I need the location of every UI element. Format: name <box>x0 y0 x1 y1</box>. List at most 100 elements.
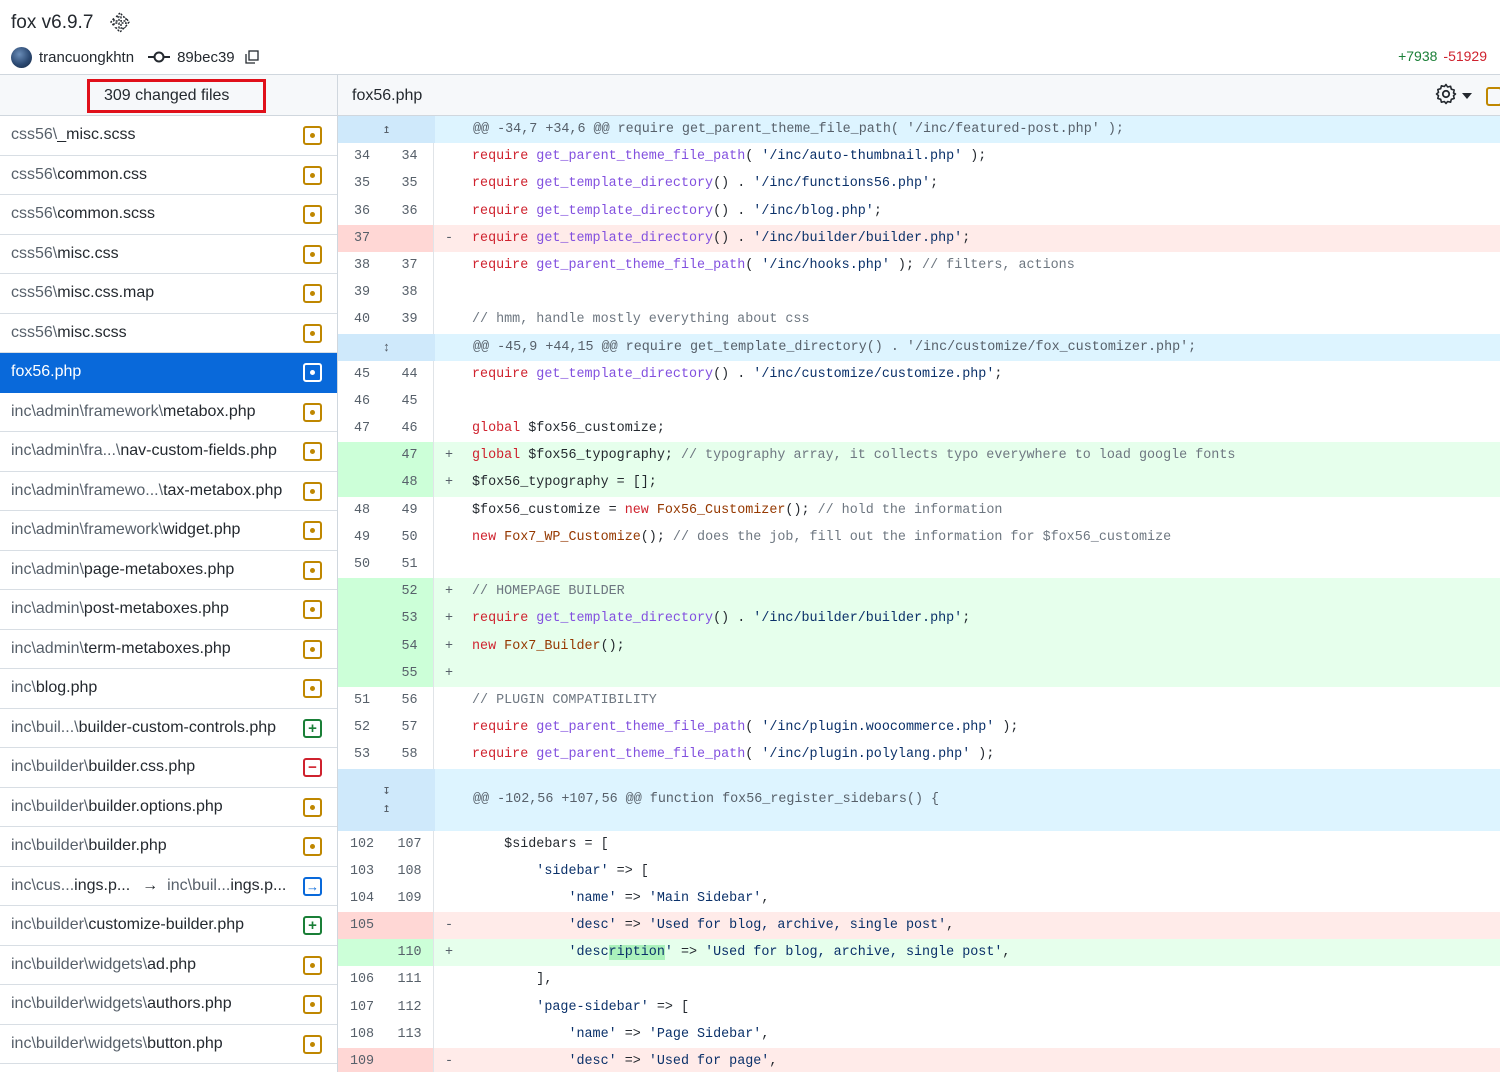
sidebar-file-item[interactable]: inc\admin\framework\ widget.php <box>0 511 337 551</box>
sidebar-file-item[interactable]: inc\builder\widgets\ button.php <box>0 1025 337 1064</box>
expand-up-icon[interactable]: ↥ <box>338 116 435 144</box>
file-dir: inc\admin\ <box>11 600 84 618</box>
file-dir: inc\admin\framewo...\ <box>11 481 164 499</box>
file-dir: css56\ <box>11 165 58 183</box>
file-name: authors.php <box>147 995 232 1013</box>
commit-sha[interactable]: 89bec39 <box>177 49 235 66</box>
commit-header: fox v6.9.7 trancuongkhtn 89bec39 +7938 -5… <box>0 0 1500 74</box>
file-modified-icon <box>303 244 322 264</box>
file-name: widget.php <box>163 521 241 539</box>
sidebar-file-item[interactable]: css56\ _misc.scss <box>0 116 337 156</box>
sidebar-file-item[interactable]: inc\admin\ page-metaboxes.php <box>0 551 337 590</box>
copy-icon[interactable] <box>244 50 259 64</box>
file-tree-sidebar: 309 changed files css56\ _misc.scss css56\… <box>0 74 338 1072</box>
diff-line: 53 58 require get_parent_theme_file_path( … <box>338 741 1500 769</box>
diff-line: 106 111 ], <box>338 966 1500 994</box>
added-line: 110 + 'description' => 'Used for blog, ar… <box>338 939 1500 967</box>
diff-line: 34 34 require get_parent_theme_file_path( … <box>338 143 1500 171</box>
file-dir: inc\admin\ <box>11 560 84 578</box>
file-modified-icon <box>303 600 322 619</box>
file-modified-icon <box>303 955 322 975</box>
sidebar-file-item[interactable]: inc\admin\framewo...\ tax-metabox.php <box>0 472 337 511</box>
file-name: customize-builder.php <box>88 916 245 934</box>
move-icon[interactable] <box>110 12 130 34</box>
file-name: builder.css.php <box>88 758 196 776</box>
diff-line: 47 46 global $fox56_customize; <box>338 415 1500 443</box>
deletions-count: -51929 <box>1443 48 1487 64</box>
file-dir: css56\ <box>11 244 58 262</box>
changed-files-count[interactable]: 309 changed files <box>87 79 266 113</box>
file-dir: inc\builder\widgets\ <box>11 1034 148 1052</box>
deleted-line: 105- 'desc' => 'Used for blog, archive, … <box>338 912 1500 940</box>
file-modified-icon <box>303 126 322 145</box>
added-line: 55 + <box>338 659 1500 687</box>
sidebar-file-item[interactable]: inc\buil...\ builder-custom-controls.php + <box>0 709 337 748</box>
file-tree-header: 309 changed files <box>0 74 337 116</box>
expand-icon[interactable]: ↧ ↥ <box>338 768 435 831</box>
file-dir: inc\admin\fra...\ <box>11 442 121 460</box>
file-modified-icon <box>303 995 322 1014</box>
file-dir: css56\ <box>11 205 58 223</box>
sidebar-file-item[interactable]: inc\builder\ builder.php <box>0 827 337 867</box>
sidebar-file-item[interactable]: css56\ misc.css <box>0 235 337 274</box>
sidebar-file-item[interactable]: css56\ common.scss <box>0 195 337 235</box>
sidebar-file-item[interactable]: inc\builder\ customize-builder.php + <box>0 906 337 946</box>
sidebar-file-item[interactable]: inc\admin\fra...\ nav-custom-fields.php <box>0 432 337 472</box>
sidebar-file-item[interactable]: inc\admin\framework\ metabox.php <box>0 393 337 432</box>
sidebar-file-item[interactable]: inc\admin\ post-metaboxes.php <box>0 590 337 630</box>
avatar[interactable] <box>11 46 32 68</box>
diff-line: 52 57 require get_parent_theme_file_path( … <box>338 714 1500 742</box>
file-name: metabox.php <box>163 402 256 420</box>
diff-stats: +7938 -51929 <box>1398 48 1487 64</box>
file-name: builder.options.php <box>88 797 223 815</box>
added-line: 53 + require get_template_directory() . '/… <box>338 605 1500 633</box>
sidebar-file-item[interactable]: inc\cus... ings.p... → inc\buil... ings.p...… <box>0 867 337 906</box>
chevron-down-icon[interactable] <box>1462 93 1472 99</box>
sidebar-file-item[interactable]: css56\ misc.css.map <box>0 274 337 314</box>
sidebar-file-item[interactable]: inc\builder\ builder.css.php − <box>0 748 337 788</box>
file-name: common.scss <box>57 205 156 223</box>
file-modified-icon <box>303 521 322 540</box>
file-status-icon <box>1486 87 1500 106</box>
gear-icon[interactable] <box>1434 82 1458 106</box>
diff-line: 45 44 require get_template_directory() . '… <box>338 360 1500 388</box>
file-dir: inc\builder\ <box>11 758 89 776</box>
deleted-line: 109- 'desc' => 'Used for page', <box>338 1048 1500 1072</box>
diff-lines: ↥ @@ -34,7 +34,6 @@ require get_parent_t… <box>338 116 1500 1072</box>
file-name: ings.p... <box>74 876 131 894</box>
file-dir: inc\builder\widgets\ <box>11 955 148 973</box>
added-line: 47 + global $fox56_typography; // typograp… <box>338 442 1500 470</box>
diff-line: 104 109 'name' => 'Main Sidebar', <box>338 884 1500 913</box>
diff-line: 51 56// PLUGIN COMPATIBILITY <box>338 686 1500 715</box>
diff-line: 46 45 <box>338 387 1500 416</box>
file-dir: inc\builder\ <box>11 916 89 934</box>
file-list: css56\ _misc.scss css56\ common.css css56\ co… <box>0 116 337 1064</box>
sidebar-file-item[interactable]: inc\admin\ term-metaboxes.php <box>0 630 337 669</box>
additions-count: +7938 <box>1398 48 1438 64</box>
file-name: misc.scss <box>57 323 127 341</box>
file-modified-icon <box>303 481 322 501</box>
sidebar-file-item[interactable]: fox56.php <box>0 353 337 393</box>
diff-line: 107 112 'page-sidebar' => [ <box>338 993 1500 1021</box>
sidebar-file-item[interactable]: css56\ misc.scss <box>0 314 337 353</box>
sidebar-file-item[interactable]: inc\ blog.php <box>0 669 337 709</box>
file-modified-icon <box>303 205 322 224</box>
hunk-header: ↕ @@ -45,9 +44,15 @@ require get_templat… <box>338 333 1500 361</box>
file-dir: inc\cus... <box>11 876 75 894</box>
file-name: term-metaboxes.php <box>83 639 231 657</box>
sidebar-file-item[interactable]: inc\builder\ builder.options.php <box>0 788 337 827</box>
added-line: 52 +// HOMEPAGE BUILDER <box>338 578 1500 606</box>
author-name[interactable]: trancuongkhtn <box>39 49 134 66</box>
file-dir: inc\admin\framework\ <box>11 402 164 420</box>
added-line: 48 + $fox56_typography = []; <box>338 469 1500 497</box>
sidebar-file-item[interactable]: css56\ common.css <box>0 156 337 195</box>
expand-both-icon[interactable]: ↕ <box>338 333 435 361</box>
file-dir: inc\builder\ <box>11 837 89 855</box>
file-name: post-metaboxes.php <box>83 600 229 618</box>
diff-line: 49 50 new Fox7_WP_Customize(); // does the… <box>338 523 1500 551</box>
sidebar-file-item[interactable]: inc\builder\widgets\ ad.php <box>0 946 337 985</box>
file-modified-icon <box>303 323 322 343</box>
diff-file-header: fox56.php <box>338 74 1500 116</box>
file-dir: inc\admin\framework\ <box>11 521 164 539</box>
sidebar-file-item[interactable]: inc\builder\widgets\ authors.php <box>0 985 337 1025</box>
